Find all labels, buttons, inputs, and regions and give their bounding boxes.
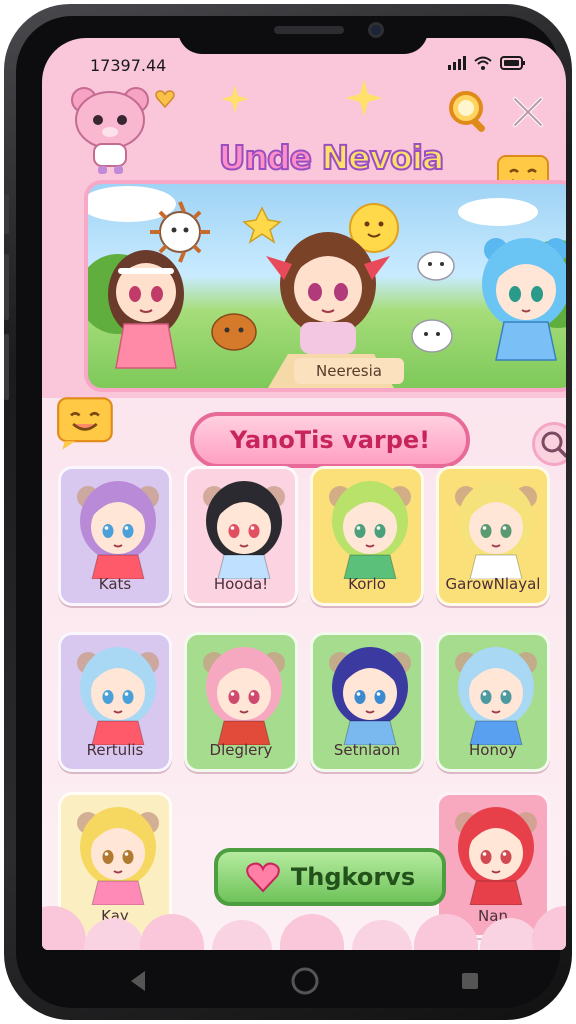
character-avatar: [455, 481, 537, 579]
character-avatar: [329, 481, 411, 579]
close-button[interactable]: [508, 92, 548, 132]
wifi-icon: [474, 56, 492, 70]
character-avatar: [203, 647, 285, 745]
character-name: GarowNlayal: [445, 575, 541, 593]
sparkle-icon: [345, 79, 383, 117]
home-button[interactable]: [290, 966, 320, 996]
volume-up-button: [4, 254, 9, 320]
character-avatar: [77, 647, 159, 745]
character-avatar: [203, 481, 285, 579]
close-icon: [513, 97, 543, 127]
search-icon: [449, 91, 486, 133]
character-name: Dleglery: [209, 741, 273, 759]
character-card[interactable]: Rertulis: [58, 632, 172, 772]
character-card[interactable]: Kats: [58, 466, 172, 606]
status-icons: [448, 54, 526, 70]
thanks-button-label: Thgkorvs: [290, 863, 416, 891]
character-card[interactable]: Dleglery: [184, 632, 298, 772]
system-navbar: [56, 946, 552, 1016]
signal-icon: [448, 54, 466, 70]
banner-button[interactable]: YanoTis varpe!: [190, 412, 470, 468]
back-button[interactable]: [125, 967, 153, 995]
character-avatar: [77, 481, 159, 579]
status-time: 17397.44: [90, 56, 167, 75]
heart-icon: [246, 862, 280, 893]
character-name: Setnlaon: [333, 741, 401, 759]
app-title: Unde Nevoia: [208, 137, 454, 184]
character-card[interactable]: GarowNlayal: [436, 466, 550, 606]
character-card[interactable]: Hooda!: [184, 466, 298, 606]
search-icon: [541, 431, 566, 458]
notch: [178, 16, 428, 54]
character-name: Rertulis: [86, 741, 144, 759]
smiley-chat-icon: [57, 397, 113, 450]
heart-icon: [155, 90, 175, 109]
mascot-bear-icon: [71, 87, 149, 174]
cloud-decoration: [42, 906, 566, 950]
sparkle-icon: [221, 85, 249, 113]
battery-icon: [500, 56, 525, 70]
character-name: Honoy: [468, 741, 518, 759]
front-camera: [368, 22, 384, 38]
character-name: Kats: [98, 575, 132, 593]
recents-button[interactable]: [457, 968, 483, 994]
search-button[interactable]: [444, 86, 494, 136]
search-button-secondary[interactable]: [532, 422, 566, 466]
character-name: Hooda!: [213, 575, 269, 593]
character-card[interactable]: Setnlaon: [310, 632, 424, 772]
phone-frame: 17397.44 Unde Nevoia Neeresia YanoTis va…: [4, 4, 572, 1020]
app-title-part2: Nevoia: [321, 137, 446, 178]
hero-label: Neeresia: [294, 358, 404, 384]
app-screen: 17397.44 Unde Nevoia Neeresia YanoTis va…: [42, 38, 566, 950]
character-avatar: [455, 647, 537, 745]
hero-banner[interactable]: Neeresia: [84, 180, 566, 392]
character-avatar: [329, 647, 411, 745]
app-title-part1: Unde: [218, 137, 322, 178]
character-card[interactable]: Korlo: [310, 466, 424, 606]
mute-switch: [4, 194, 9, 234]
character-card[interactable]: Honoy: [436, 632, 550, 772]
phone-bezel: 17397.44 Unde Nevoia Neeresia YanoTis va…: [16, 16, 566, 1008]
earpiece-speaker: [274, 26, 344, 34]
character-name: Korlo: [348, 575, 386, 593]
volume-down-button: [4, 334, 9, 400]
